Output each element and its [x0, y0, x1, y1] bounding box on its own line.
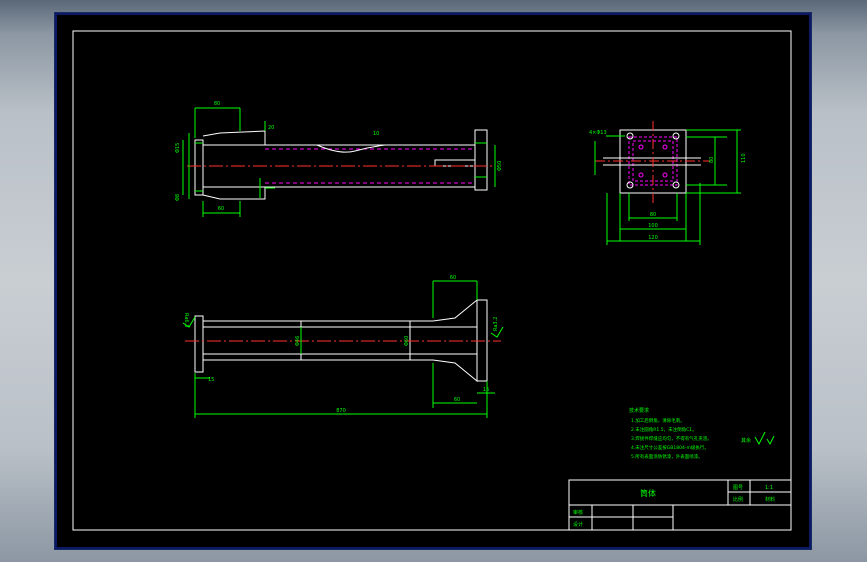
tech-item-2: 2.未注圆角R1.5，未注倒角C1。 — [631, 426, 697, 433]
tech-item-3: 3.焊接件焊缝应均匀，不得有气孔夹渣。 — [631, 435, 712, 442]
dim-side-w-mid: 100 — [648, 223, 658, 229]
dim-top-gap: 20 — [268, 125, 274, 131]
bottom-right-roughness: Ra3.2 — [493, 317, 499, 331]
top-slot — [434, 159, 476, 167]
dim-bottom-inner-a: Φ46 — [295, 336, 301, 346]
dim-side-h-inner: 80 — [709, 157, 715, 163]
dim-right-dia: Φ50 — [497, 161, 503, 171]
dim-top-width: 80 — [214, 101, 220, 107]
side-view: 4×Φ13 80 100 120 80 110 — [589, 121, 747, 245]
top-left-flange — [194, 139, 204, 196]
top-hub-lower — [202, 186, 266, 200]
top-right-flange — [474, 129, 488, 191]
bottom-hub-lower — [432, 353, 478, 383]
title-cell-c2: 设计 — [573, 521, 583, 528]
side-bolt-hole-2 — [672, 132, 680, 140]
roughness-symbol — [754, 431, 766, 446]
title-cell-a1: 图号 — [733, 485, 743, 491]
title-cell-a2: 比例 — [733, 496, 743, 503]
tech-item-5: 5.所有表面涂防锈漆，外表面喷漆。 — [631, 453, 703, 460]
dim-bottom-top: 60 — [450, 275, 456, 281]
tech-heading: 技术要求 — [629, 407, 649, 414]
roughness-note: 其余 — [741, 437, 751, 444]
tech-item-1: 1.加工后倒角，清除毛刺。 — [631, 417, 685, 424]
dim-bottom-left-small: 15 — [208, 377, 214, 383]
side-bolt-hole-1 — [626, 132, 634, 140]
top-view: 80 20 Φ15 Φ8 60 Φ50 10 — [175, 101, 503, 217]
dim-side-w-outer: 120 — [648, 235, 658, 241]
dim-bottom-overall: 870 — [336, 408, 346, 414]
title-block — [568, 479, 792, 531]
title-text: 筒体 — [640, 488, 656, 498]
title-cell-b1: 1:1 — [765, 485, 773, 491]
tech-requirements: 技术要求 1.加工后倒角，清除毛刺。 2.未注圆角R1.5，未注倒角C1。 3.… — [629, 407, 775, 460]
top-hub-upper — [202, 130, 266, 146]
dim-bottom-a: 60 — [218, 206, 224, 212]
drawing-canvas[interactable]: 80 20 Φ15 Φ8 60 Φ50 10 4×Φ13 80 100 120 … — [55, 13, 811, 549]
dim-side-label: 4×Φ13 — [589, 130, 607, 136]
dim-bottom-right-a: 60 — [454, 397, 460, 403]
dim-bottom-right-b: 15 — [483, 387, 489, 393]
title-cell-c1: 审核 — [573, 509, 583, 516]
dim-side-h-outer: 110 — [741, 153, 747, 163]
bottom-hub-upper — [432, 298, 478, 328]
title-cell-b2: 材料 — [765, 496, 775, 503]
bottom-view: 870 60 15 15 60 Φ46 Φ60 Ra6.3 Ra3.2 — [182, 275, 504, 418]
drawing-sheet[interactable]: 80 20 Φ15 Φ8 60 Φ50 10 4×Φ13 80 100 120 … — [54, 12, 812, 550]
dim-mid-small: 10 — [373, 131, 379, 137]
bottom-left-flange — [194, 315, 204, 373]
tech-item-4: 4.未注尺寸公差按GB1804-m级执行。 — [631, 444, 709, 451]
dim-left-vert-2: Φ8 — [175, 194, 181, 201]
cad-viewport[interactable]: 80 20 Φ15 Φ8 60 Φ50 10 4×Φ13 80 100 120 … — [0, 0, 867, 562]
dim-bottom-inner-b: Φ60 — [404, 336, 410, 346]
dim-left-vert-1: Φ15 — [175, 143, 181, 153]
dim-side-w-inner: 80 — [650, 212, 656, 218]
